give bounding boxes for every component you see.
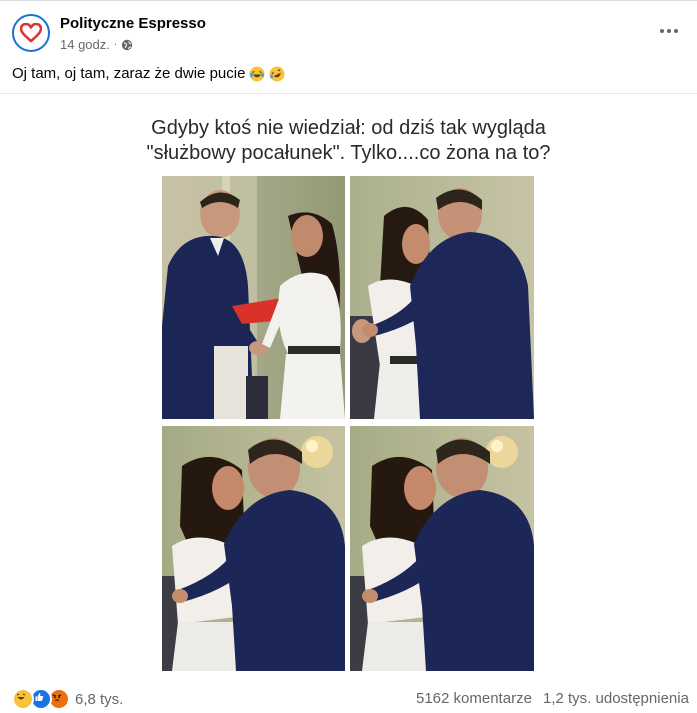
- dot-icon: [674, 29, 678, 33]
- photo-kiss-closeup-2: [350, 426, 534, 671]
- dot-icon: [660, 29, 664, 33]
- post-stats: 6,8 tys. 5162 komentarze 1,2 tys. udostę…: [0, 683, 697, 713]
- caption-text: Oj tam, oj tam, zaraz że dwie pucie: [12, 65, 246, 82]
- laughing-tears-emoji: [249, 66, 265, 81]
- photo-handshake-ceremony: [162, 176, 345, 419]
- heart-logo-icon: [20, 23, 42, 43]
- reactions-summary[interactable]: 6,8 tys.: [12, 688, 123, 710]
- globe-icon: [122, 39, 133, 50]
- dot-icon: [667, 29, 671, 33]
- photo-embrace: [350, 176, 534, 419]
- facebook-post: Polityczne Espresso 14 godz. · Oj tam, o…: [0, 0, 697, 713]
- page-name-link[interactable]: Polityczne Espresso: [60, 15, 206, 32]
- meme-line-1: Gdyby ktoś nie wiedział: od dziś tak wyg…: [151, 117, 546, 139]
- post-time[interactable]: 14 godz.: [60, 37, 110, 52]
- meme-line-2: "służbowy pocałunek". Tylko....co żona n…: [146, 142, 551, 164]
- meme-caption: Gdyby ktoś nie wiedział: od dziś tak wyg…: [0, 116, 697, 166]
- shares-count-link[interactable]: 1,2 tys. udostępnienia: [543, 690, 689, 707]
- comments-count-link[interactable]: 5162 komentarze: [416, 690, 532, 707]
- post-image[interactable]: Gdyby ktoś nie wiedział: od dziś tak wyg…: [0, 94, 697, 682]
- reaction-count: 6,8 tys.: [75, 690, 124, 708]
- post-caption: Oj tam, oj tam, zaraz że dwie pucie: [12, 65, 285, 82]
- rolling-laughing-emoji: [269, 66, 285, 81]
- post-meta: 14 godz. ·: [60, 37, 133, 52]
- more-options-button[interactable]: [655, 20, 683, 42]
- photo-kiss-closeup: [162, 426, 345, 671]
- page-avatar[interactable]: [12, 14, 50, 52]
- meta-separator: ·: [113, 39, 118, 50]
- top-border: [0, 0, 697, 1]
- haha-icon: [12, 688, 34, 710]
